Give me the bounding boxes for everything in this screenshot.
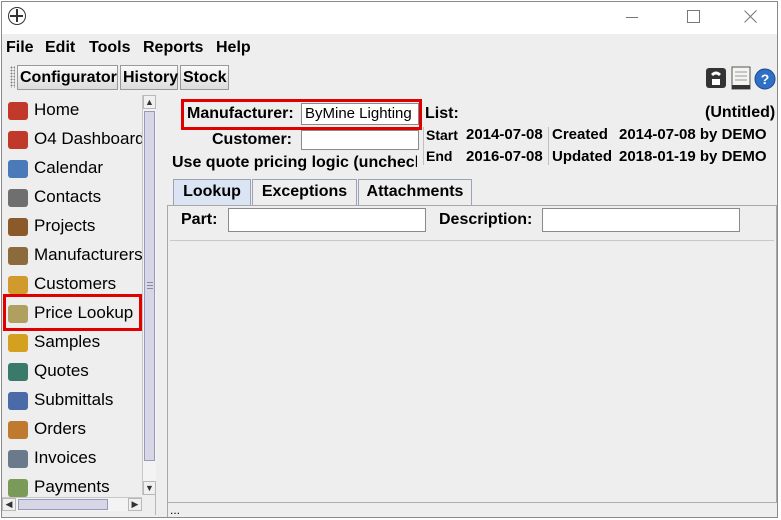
- scroll-right-arrow-icon[interactable]: ▶: [128, 498, 142, 511]
- minimize-button[interactable]: [618, 6, 648, 28]
- sidebar-item-label: Price Lookup: [34, 303, 134, 322]
- sidebar: Home O4 Dashboard Calendar Contacts Projects…: [2, 95, 156, 515]
- created-value: 2014-07-08 by DEMO: [619, 126, 767, 143]
- toolbar: Configurator History Stock ?: [2, 62, 777, 92]
- scroll-down-arrow-icon[interactable]: ▼: [143, 481, 156, 495]
- price-lookup-icon: [8, 305, 28, 323]
- sidebar-item-projects[interactable]: Projects: [6, 213, 144, 240]
- sidebar-item-label: O4 Dashboard: [34, 129, 144, 148]
- sidebar-item-home[interactable]: Home: [6, 97, 144, 124]
- description-label: Description:: [439, 211, 533, 228]
- scroll-thumb[interactable]: [144, 111, 155, 461]
- invoices-icon: [8, 450, 28, 468]
- help-icon[interactable]: ?: [753, 65, 777, 91]
- quotes-icon: [8, 363, 28, 381]
- toolbar-grip[interactable]: [10, 66, 15, 88]
- home-icon: [8, 102, 28, 120]
- scroll-left-arrow-icon[interactable]: ◀: [2, 498, 16, 511]
- sidebar-item-customers[interactable]: Customers: [6, 271, 144, 298]
- sidebar-item-manufacturers[interactable]: Manufacturers: [6, 242, 144, 269]
- menu-edit[interactable]: Edit: [45, 39, 75, 57]
- sidebar-item-price-lookup[interactable]: Price Lookup: [6, 300, 144, 327]
- customers-icon: [8, 276, 28, 294]
- sidebar-item-label: Calendar: [34, 158, 103, 177]
- tab-exceptions[interactable]: Exceptions: [252, 179, 357, 205]
- sidebar-item-label: Home: [34, 100, 80, 119]
- close-button[interactable]: [736, 6, 766, 28]
- start-label: Start: [426, 127, 458, 143]
- menu-tools[interactable]: Tools: [89, 39, 130, 57]
- sidebar-item-quotes[interactable]: Quotes: [6, 358, 144, 385]
- dashboard-icon: [8, 131, 28, 149]
- sidebar-item-invoices[interactable]: Invoices: [6, 445, 144, 472]
- document-icon[interactable]: [729, 65, 753, 91]
- calendar-icon: [8, 160, 28, 178]
- sidebar-item-label: Contacts: [34, 187, 102, 206]
- sidebar-item-label: Orders: [34, 419, 86, 438]
- tab-bar: Lookup Exceptions Attachments: [169, 179, 773, 205]
- title-bar: [2, 2, 777, 34]
- submittals-icon: [8, 392, 28, 410]
- quote-pricing-text[interactable]: Use quote pricing logic (unchecked): [172, 154, 417, 172]
- app-icon: [8, 7, 26, 25]
- end-label: End: [426, 148, 453, 164]
- sidebar-item-label: Submittals: [34, 390, 114, 409]
- sidebar-item-contacts[interactable]: Contacts: [6, 184, 144, 211]
- sidebar-vertical-scrollbar[interactable]: ▲ ▼: [142, 95, 156, 495]
- app-window: File Edit Tools Reports Help Configurato…: [1, 1, 778, 518]
- lookup-panel: Part: Description: ...: [167, 205, 777, 517]
- main-panel: Manufacturer: ByMine Lighting Customer: …: [167, 95, 777, 517]
- description-field[interactable]: [542, 208, 740, 232]
- samples-icon: [8, 334, 28, 352]
- manufacturer-field[interactable]: ByMine Lighting: [301, 103, 419, 125]
- manufacturers-icon: [8, 247, 28, 265]
- menu-bar: File Edit Tools Reports Help: [2, 36, 777, 60]
- list-name: (Untitled): [705, 104, 776, 121]
- contacts-icon: [8, 189, 28, 207]
- sidebar-item-o4-dashboard[interactable]: O4 Dashboard: [6, 126, 144, 153]
- sidebar-horizontal-scrollbar[interactable]: ◀ ▶: [2, 497, 142, 511]
- tab-lookup[interactable]: Lookup: [173, 179, 251, 205]
- sidebar-item-samples[interactable]: Samples: [6, 329, 144, 356]
- orders-icon: [8, 421, 28, 439]
- sidebar-item-label: Customers: [34, 274, 117, 293]
- stock-button[interactable]: Stock: [180, 65, 229, 90]
- menu-reports[interactable]: Reports: [143, 39, 203, 57]
- results-area[interactable]: [170, 240, 774, 502]
- projects-icon: [8, 218, 28, 236]
- sidebar-item-label: Projects: [34, 216, 96, 235]
- manufacturer-label: Manufacturer:: [187, 105, 294, 122]
- part-field[interactable]: [228, 208, 426, 232]
- sidebar-item-label: Quotes: [34, 361, 89, 380]
- menu-file[interactable]: File: [6, 39, 34, 57]
- sidebar-item-label: Payments: [34, 477, 110, 496]
- scroll-up-arrow-icon[interactable]: ▲: [143, 95, 156, 109]
- menu-help[interactable]: Help: [216, 39, 251, 57]
- sidebar-item-orders[interactable]: Orders: [6, 416, 144, 443]
- customer-field[interactable]: [301, 130, 419, 150]
- sidebar-item-label: Invoices: [34, 448, 97, 467]
- sidebar-item-label: Manufacturers: [34, 245, 143, 264]
- start-date: 2014-07-08: [466, 126, 543, 143]
- maximize-button[interactable]: [678, 6, 708, 28]
- help-icon-text: ?: [761, 71, 770, 87]
- tab-attachments[interactable]: Attachments: [358, 179, 472, 205]
- list-label: List:: [425, 105, 459, 122]
- history-button[interactable]: History: [120, 65, 178, 90]
- sidebar-item-label: Samples: [34, 332, 101, 351]
- scroll-grip-icon: [147, 282, 153, 290]
- sidebar-item-submittals[interactable]: Submittals: [6, 387, 144, 414]
- updated-label: Updated: [552, 148, 612, 165]
- end-date: 2016-07-08: [466, 148, 543, 165]
- configurator-button[interactable]: Configurator: [17, 65, 118, 90]
- phone-icon[interactable]: [704, 65, 728, 91]
- horizontal-scroll-thumb[interactable]: [18, 499, 108, 510]
- sidebar-item-calendar[interactable]: Calendar: [6, 155, 144, 182]
- updated-value: 2018-01-19 by DEMO: [619, 148, 767, 165]
- status-bar: ...: [168, 502, 777, 517]
- payments-icon: [8, 479, 28, 497]
- created-label: Created: [552, 126, 608, 143]
- customer-label: Customer:: [212, 131, 293, 148]
- part-label: Part:: [181, 211, 218, 228]
